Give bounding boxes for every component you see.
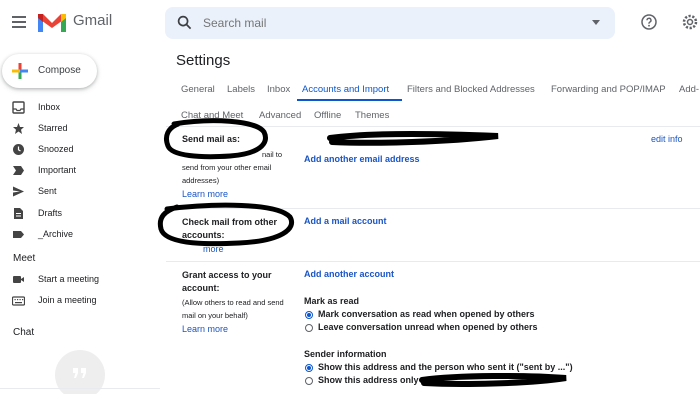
edit-info-link[interactable]: edit info (651, 134, 683, 144)
grant-access-desc: (Allow others to read and send (182, 298, 284, 307)
tab-accounts-and-import[interactable]: Accounts and Import (302, 84, 389, 95)
show-sent-by-radio[interactable] (305, 364, 313, 372)
show-sent-by-option[interactable]: Show this address and the person who sen… (318, 362, 573, 372)
sidebar-item-label: Starred (38, 123, 68, 133)
clock-icon (13, 144, 24, 155)
sidebar-item-important[interactable]: Important (0, 160, 160, 180)
search-bar[interactable] (165, 7, 615, 39)
tab-general[interactable]: General (181, 84, 215, 95)
tab-forwarding-pop-imap[interactable]: Forwarding and POP/IMAP (551, 84, 666, 95)
sidebar-item-label: Join a meeting (38, 295, 97, 305)
mark-read-radio[interactable] (305, 311, 313, 319)
search-options-icon[interactable] (592, 20, 600, 25)
tab-offline[interactable]: Offline (314, 110, 341, 121)
sender-info-title: Sender information (304, 349, 387, 359)
meet-section-title: Meet (13, 253, 36, 264)
tab-chat-and-meet[interactable]: Chat and Meet (181, 110, 243, 121)
learn-more-link[interactable]: Learn more (182, 189, 228, 199)
important-icon (13, 166, 24, 175)
leave-unread-option[interactable]: Leave conversation unread when opened by… (318, 322, 538, 332)
compose-plus-icon (12, 63, 28, 79)
active-tab-indicator (297, 99, 402, 101)
gmail-logo-icon (38, 14, 66, 32)
learn-more-link[interactable]: more (203, 244, 224, 254)
sidebar-item-starred[interactable]: Starred (0, 118, 160, 138)
keyboard-icon (12, 296, 25, 306)
gmail-logo-text: Gmail (73, 12, 113, 29)
learn-more-link[interactable]: Learn more (182, 324, 228, 334)
sidebar-item-label: Inbox (38, 102, 61, 112)
show-address-only-option[interactable]: Show this address only (318, 375, 419, 385)
send-mail-desc: send from your other email (182, 163, 272, 172)
main-menu-icon[interactable] (12, 16, 26, 28)
tab-advanced[interactable]: Advanced (259, 110, 301, 121)
sidebar-item-inbox[interactable]: Inbox (0, 97, 160, 117)
draft-icon (14, 208, 23, 219)
tab-addons[interactable]: Add- (679, 84, 699, 95)
send-mail-desc: nail to (262, 150, 283, 159)
search-icon[interactable] (177, 15, 192, 30)
sidebar-item-archive[interactable]: _Archive (0, 224, 160, 244)
sidebar-item-start-meeting[interactable]: Start a meeting (0, 269, 160, 289)
check-mail-label: accounts: (182, 230, 225, 240)
send-icon (13, 186, 24, 197)
check-mail-label: Check mail from other (182, 217, 278, 227)
star-icon (13, 123, 24, 134)
grant-access-label: account: (182, 283, 220, 293)
sidebar-item-label: Drafts (38, 208, 63, 218)
compose-label: Compose (38, 65, 81, 76)
sidebar-item-label: Important (38, 165, 77, 175)
label-icon (13, 231, 24, 238)
show-address-only-radio[interactable] (305, 377, 313, 385)
sidebar-item-drafts[interactable]: Drafts (0, 203, 160, 223)
compose-button[interactable]: Compose (2, 54, 97, 88)
add-email-address-link[interactable]: Add another email address (304, 154, 420, 164)
video-icon (13, 276, 24, 283)
add-another-account-link[interactable]: Add another account (304, 269, 394, 279)
sidebar-item-sent[interactable]: Sent (0, 181, 160, 201)
send-mail-desc: addresses) (182, 176, 220, 185)
tab-inbox[interactable]: Inbox (267, 84, 290, 95)
tab-labels[interactable]: Labels (227, 84, 255, 95)
mark-as-read-title: Mark as read (304, 296, 360, 306)
send-mail-as-label: Send mail as: (182, 134, 241, 144)
redaction-mark (327, 131, 499, 146)
chat-section-title: Chat (13, 327, 35, 338)
grant-access-label: Grant access to your (182, 270, 272, 280)
tab-themes[interactable]: Themes (355, 110, 389, 121)
page-title: Settings (176, 52, 231, 69)
tab-filters-and-blocked[interactable]: Filters and Blocked Addresses (407, 84, 535, 95)
grant-access-desc: mail on your behalf) (182, 311, 248, 320)
search-input[interactable] (203, 14, 563, 32)
sidebar-item-label: Snoozed (38, 144, 74, 154)
gear-icon[interactable] (681, 13, 699, 31)
redaction-mark (419, 372, 567, 387)
sidebar-divider (0, 388, 160, 389)
inbox-icon (12, 101, 25, 114)
add-mail-account-link[interactable]: Add a mail account (304, 216, 387, 226)
sidebar-item-snoozed[interactable]: Snoozed (0, 139, 160, 159)
section-divider (166, 261, 700, 262)
leave-unread-radio[interactable] (305, 324, 313, 332)
quote-icon (73, 368, 86, 378)
help-icon[interactable] (641, 14, 657, 30)
sidebar-item-label: Sent (38, 186, 57, 196)
mark-read-option[interactable]: Mark conversation as read when opened by… (318, 309, 535, 319)
sidebar-item-label: Start a meeting (38, 274, 100, 284)
sidebar-item-join-meeting[interactable]: Join a meeting (0, 290, 160, 310)
section-divider (166, 208, 700, 209)
tabs-divider (166, 126, 700, 127)
sidebar-item-label: _Archive (38, 229, 74, 239)
